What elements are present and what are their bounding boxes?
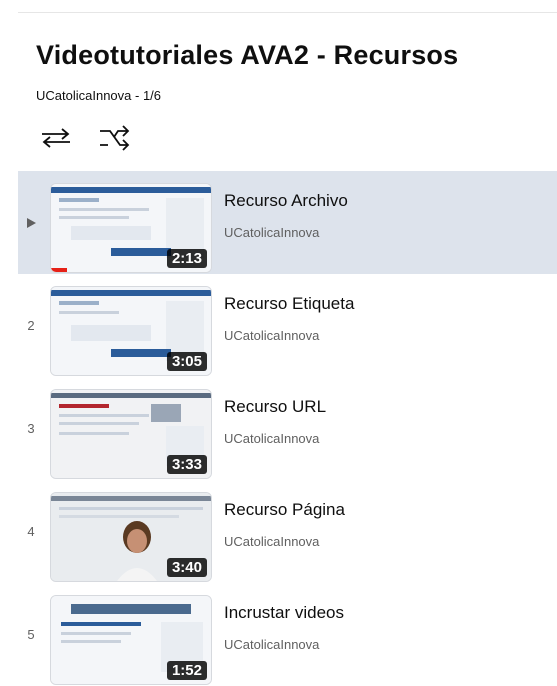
- duration-badge: 3:33: [166, 455, 207, 474]
- video-title[interactable]: Recurso Página: [224, 500, 547, 520]
- playlist-item[interactable]: 2 3:05 Recurso Etiqueta UCatolicaInnova: [18, 274, 557, 377]
- playlist-title[interactable]: Videotutoriales AVA2 - Recursos: [36, 40, 458, 71]
- duration-badge: 3:40: [166, 558, 207, 577]
- playlist-item[interactable]: 4 3:40 Recurso Página UCatolicaInnova: [18, 480, 557, 583]
- playlist-item[interactable]: 5 1:52 Incrustar videos UCatolicaInnova: [18, 583, 557, 686]
- duration-badge: 1:52: [166, 661, 207, 680]
- video-title[interactable]: Recurso URL: [224, 397, 547, 417]
- loop-button[interactable]: [36, 124, 76, 152]
- divider: [18, 12, 557, 13]
- shuffle-button[interactable]: [94, 124, 134, 152]
- channel-name[interactable]: UCatolicaInnova: [224, 431, 547, 446]
- playlist-item[interactable]: 2:13 Recurso Archivo UCatolicaInnova: [18, 171, 557, 274]
- video-thumbnail[interactable]: 2:13: [50, 183, 212, 273]
- shuffle-icon: [100, 125, 130, 151]
- playlist-items: 2:13 Recurso Archivo UCatolicaInnova 2 3…: [18, 171, 557, 686]
- playlist-item[interactable]: 3 3:33 Recurso URL UCatolicaInnova: [18, 377, 557, 480]
- duration-badge: 3:05: [166, 352, 207, 371]
- video-title[interactable]: Incrustar videos: [224, 603, 547, 623]
- loop-icon: [42, 128, 70, 148]
- channel-name[interactable]: UCatolicaInnova: [224, 328, 547, 343]
- video-thumbnail[interactable]: 3:05: [50, 286, 212, 376]
- video-thumbnail[interactable]: 3:40: [50, 492, 212, 582]
- watch-progress: [51, 268, 67, 272]
- video-thumbnail[interactable]: 3:33: [50, 389, 212, 479]
- channel-name[interactable]: UCatolicaInnova: [224, 225, 547, 240]
- playlist-controls: [36, 124, 134, 152]
- item-index: 3: [27, 421, 35, 436]
- item-index: 5: [27, 627, 35, 642]
- video-thumbnail[interactable]: 1:52: [50, 595, 212, 685]
- channel-name[interactable]: UCatolicaInnova: [224, 637, 547, 652]
- item-index: 4: [27, 524, 35, 539]
- item-index: 2: [27, 318, 35, 333]
- video-title[interactable]: Recurso Etiqueta: [224, 294, 547, 314]
- play-icon: [26, 217, 36, 228]
- channel-name[interactable]: UCatolicaInnova: [224, 534, 547, 549]
- duration-badge: 2:13: [166, 249, 207, 268]
- now-playing-indicator: [18, 171, 44, 274]
- video-title[interactable]: Recurso Archivo: [224, 191, 547, 211]
- playlist-subtitle[interactable]: UCatolicaInnova - 1/6: [36, 88, 161, 103]
